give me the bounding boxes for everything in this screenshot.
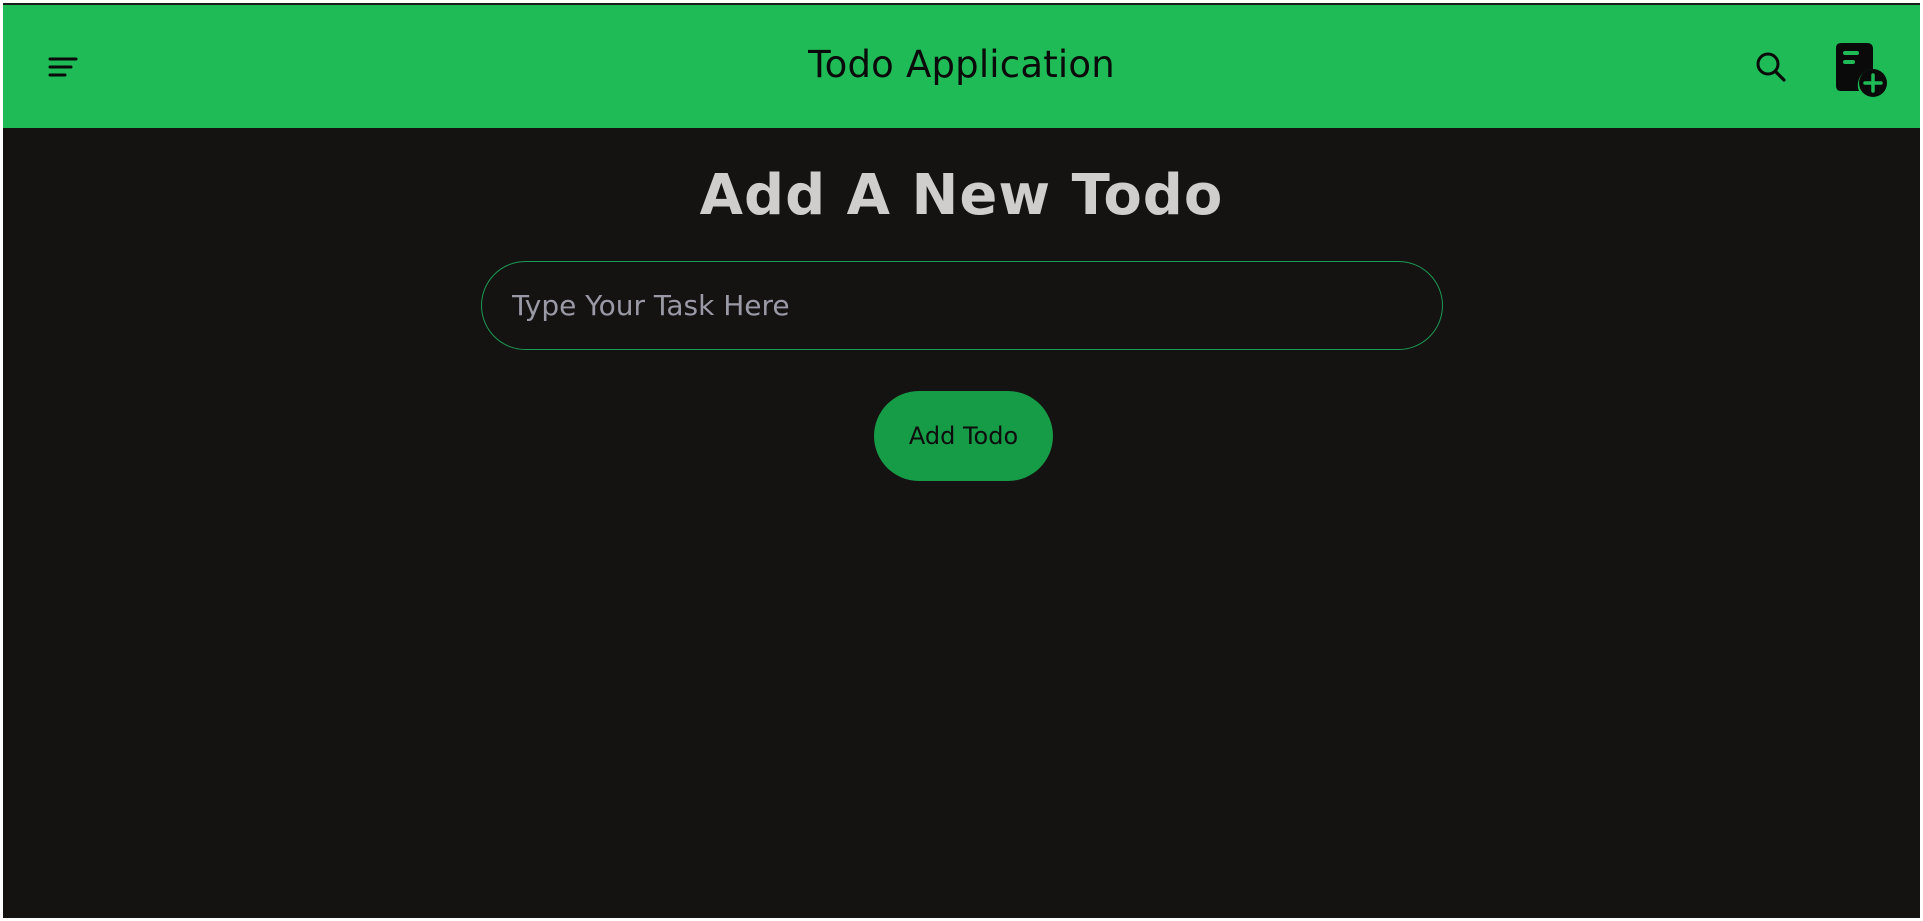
page-heading: Add A New Todo	[699, 163, 1224, 228]
navbar: Todo Application	[3, 5, 1920, 128]
app-window: Todo Application Add A New Todo Add Todo	[3, 3, 1920, 918]
new-todo-button[interactable]	[1833, 39, 1889, 99]
search-icon	[1756, 52, 1786, 82]
note-add-icon	[1836, 43, 1887, 97]
add-todo-button[interactable]: Add Todo	[874, 391, 1053, 481]
task-input[interactable]	[481, 261, 1443, 350]
app-title: Todo Application	[808, 43, 1115, 86]
search-button[interactable]	[1751, 47, 1791, 87]
